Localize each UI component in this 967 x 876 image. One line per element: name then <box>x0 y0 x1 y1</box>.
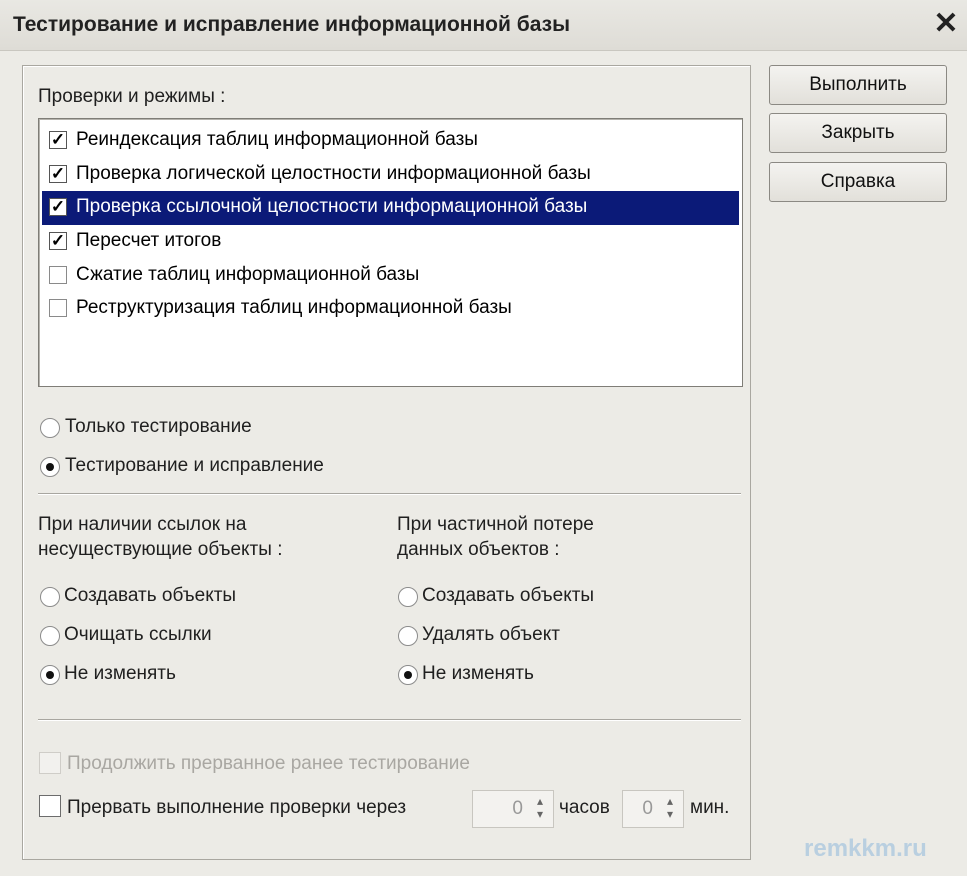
spinner-arrows-icon[interactable]: ▴ ▾ <box>661 795 679 823</box>
interrupt-label: Прервать выполнение проверки через <box>67 797 407 818</box>
radio-delete-object[interactable] <box>398 626 418 646</box>
radio-create-objects[interactable] <box>398 587 418 607</box>
list-item[interactable]: ✓ Проверка логической целостности информ… <box>42 158 739 192</box>
hours-unit: часов <box>559 797 610 818</box>
watermark: remkkm.ru <box>804 835 927 862</box>
spinner-arrows-icon[interactable]: ▴ ▾ <box>531 795 549 823</box>
radio-no-change[interactable] <box>398 665 418 685</box>
list-item[interactable]: ✓ Пересчет итогов <box>42 225 739 259</box>
list-item-label: Проверка логической целостности информац… <box>76 163 591 184</box>
minutes-spinner[interactable]: 0 ▴ ▾ <box>622 790 684 828</box>
list-item-selected[interactable]: ✓ Проверка ссылочной целостности информа… <box>42 191 739 225</box>
checks-listbox[interactable]: ✓ Реиндексация таблиц информационной баз… <box>38 118 743 387</box>
minutes-value: 0 <box>642 798 653 819</box>
close-icon[interactable]: ✕ <box>930 6 962 42</box>
radio-label: Очищать ссылки <box>64 624 212 645</box>
checkbox-checked[interactable]: ✓ <box>49 165 67 183</box>
checkbox-checked[interactable]: ✓ <box>49 198 67 216</box>
checkbox-checked[interactable]: ✓ <box>49 232 67 250</box>
dialog-window: Тестирование и исправление информационно… <box>0 0 967 876</box>
help-button[interactable]: Справка <box>769 162 947 202</box>
partial-loss-title: данных объектов : <box>397 539 560 560</box>
checkbox-unchecked[interactable] <box>49 299 67 317</box>
close-button[interactable]: Закрыть <box>769 113 947 153</box>
continue-testing-label: Продолжить прерванное ранее тестирование <box>67 753 470 774</box>
window-title: Тестирование и исправление информационно… <box>13 13 571 36</box>
title-bar[interactable]: Тестирование и исправление информационно… <box>0 0 967 51</box>
hours-spinner[interactable]: 0 ▴ ▾ <box>472 790 554 828</box>
radio-label: Тестирование и исправление <box>65 455 324 476</box>
list-item[interactable]: Сжатие таблиц информационной базы <box>42 259 739 293</box>
radio-test-and-fix[interactable] <box>40 457 60 477</box>
radio-label: Создавать объекты <box>64 585 237 606</box>
minutes-unit: мин. <box>690 797 730 818</box>
checkbox-unchecked[interactable] <box>49 266 67 284</box>
run-button[interactable]: Выполнить <box>769 65 947 105</box>
list-item-label: Проверка ссылочной целостности информаци… <box>76 196 588 217</box>
checks-label: Проверки и режимы : <box>38 86 226 107</box>
missing-refs-title: несуществующие объекты : <box>38 539 283 560</box>
radio-label: Не изменять <box>422 663 534 684</box>
radio-create-objects[interactable] <box>40 587 60 607</box>
continue-testing-checkbox[interactable] <box>39 752 61 774</box>
missing-refs-title: При наличии ссылок на <box>38 514 247 535</box>
partial-loss-title: При частичной потере <box>397 514 594 535</box>
list-item-label: Пересчет итогов <box>76 230 222 251</box>
radio-label: Удалять объект <box>422 624 560 645</box>
radio-label: Не изменять <box>64 663 176 684</box>
radio-clear-links[interactable] <box>40 626 60 646</box>
radio-label: Только тестирование <box>65 416 252 437</box>
list-item[interactable]: ✓ Реиндексация таблиц информационной баз… <box>42 124 739 158</box>
radio-label: Создавать объекты <box>422 585 595 606</box>
divider <box>38 719 741 721</box>
hours-value: 0 <box>512 798 523 819</box>
checkbox-checked[interactable]: ✓ <box>49 131 67 149</box>
list-item-label: Сжатие таблиц информационной базы <box>76 264 420 285</box>
divider <box>38 493 741 495</box>
radio-test-only[interactable] <box>40 418 60 438</box>
list-item-label: Реструктуризация таблиц информационной б… <box>76 297 512 318</box>
list-item[interactable]: Реструктуризация таблиц информационной б… <box>42 292 739 326</box>
list-item-label: Реиндексация таблиц информационной базы <box>76 129 478 150</box>
radio-no-change[interactable] <box>40 665 60 685</box>
interrupt-checkbox[interactable] <box>39 795 61 817</box>
